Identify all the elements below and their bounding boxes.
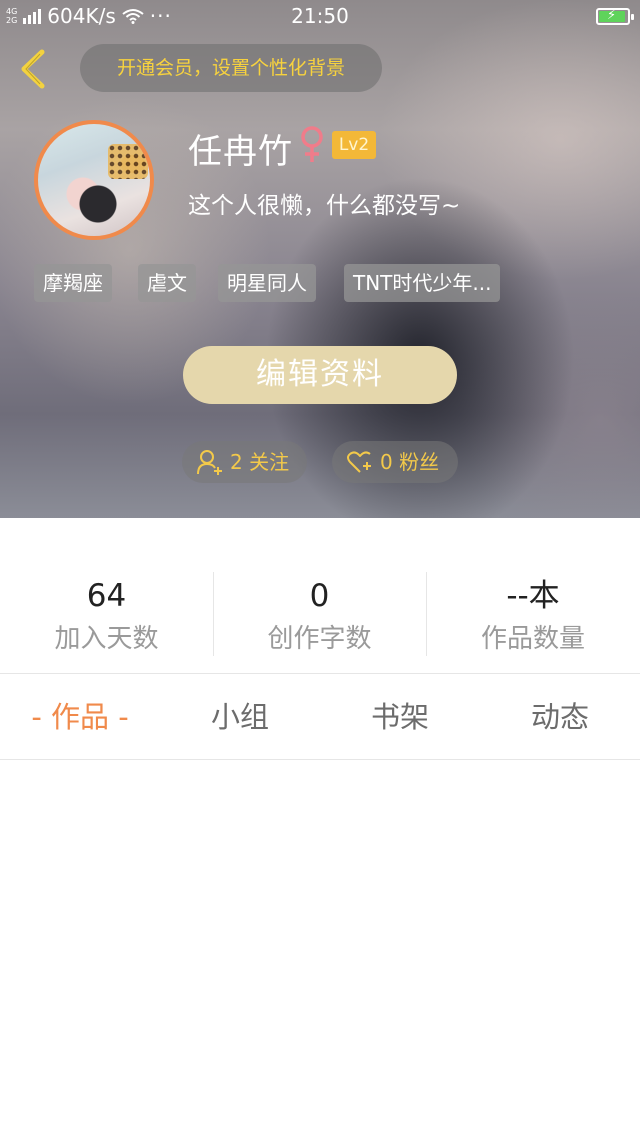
stats-panel: 64 加入天数 0 创作字数 --本 作品数量 — [0, 518, 640, 674]
stat-join-days: 64 加入天数 — [0, 576, 213, 655]
stat-works-count: --本 作品数量 — [426, 576, 640, 655]
following-button[interactable]: 2 关注 — [182, 441, 307, 483]
fans-count: 0 粉丝 — [380, 450, 440, 474]
status-bar: 4G 2G 604K/s ··· 21:50 ⚡ — [0, 0, 640, 32]
add-user-icon — [197, 450, 222, 475]
content-area — [0, 761, 640, 1138]
clock: 21:50 — [291, 4, 349, 28]
bio-text: 这个人很懒，什么都没写~ — [188, 193, 461, 219]
tag-item[interactable]: 虐文 — [138, 264, 196, 302]
stat-value: 0 — [309, 578, 330, 614]
fans-button[interactable]: 0 粉丝 — [332, 441, 458, 483]
tab-group[interactable]: 小组 — [160, 675, 320, 760]
level-badge: Lv2 — [332, 131, 376, 159]
heart-plus-icon — [347, 451, 371, 473]
back-arrow-icon[interactable] — [14, 46, 54, 92]
username: 任冉竹 — [188, 132, 293, 172]
following-count: 2 关注 — [230, 450, 290, 474]
vip-background-button[interactable]: 开通会员，设置个性化背景 — [80, 44, 382, 92]
tag-item[interactable]: 明星同人 — [218, 264, 316, 302]
stat-label: 创作字数 — [267, 624, 372, 654]
tab-bookshelf[interactable]: 书架 — [320, 675, 480, 760]
tag-item[interactable]: TNT时代少年... — [344, 264, 501, 302]
stat-value: 64 — [86, 578, 127, 614]
tab-activity[interactable]: 动态 — [480, 675, 640, 760]
avatar[interactable] — [34, 120, 154, 240]
profile-header: 4G 2G 604K/s ··· 21:50 ⚡ 开通会员，设置个性化背景 任冉… — [0, 0, 640, 518]
stat-label: 加入天数 — [54, 624, 159, 654]
stat-word-count: 0 创作字数 — [213, 576, 426, 655]
female-icon — [301, 126, 323, 162]
edit-profile-button[interactable]: 编辑资料 — [183, 346, 457, 404]
stat-value: --本 — [506, 578, 560, 614]
tab-works[interactable]: - 作品 - — [0, 675, 160, 760]
stat-label: 作品数量 — [480, 624, 585, 654]
tag-item[interactable]: 摩羯座 — [34, 264, 112, 302]
tab-bar: - 作品 - 小组 书架 动态 — [0, 675, 640, 760]
battery-icon: ⚡ — [596, 8, 634, 25]
